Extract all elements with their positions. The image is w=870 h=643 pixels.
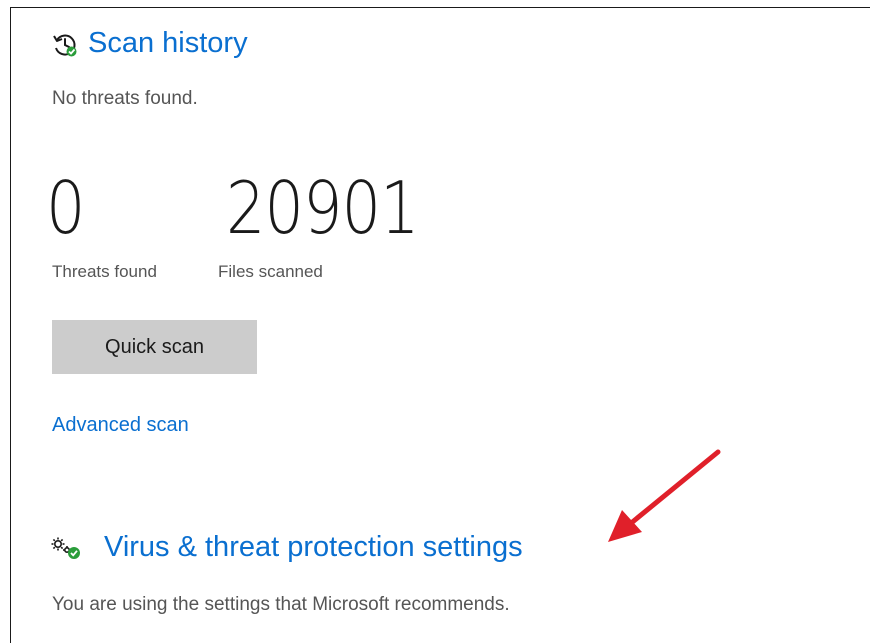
scan-history-link[interactable]: Scan history (88, 27, 248, 60)
scan-history-icon (53, 34, 77, 57)
files-scanned-label: Files scanned (218, 262, 323, 281)
scan-history-status: No threats found. (52, 88, 198, 109)
threats-found-count: 0 (46, 166, 85, 250)
threats-found-label: Threats found (52, 262, 157, 281)
virus-threat-settings-link[interactable]: Virus & threat protection settings (104, 531, 523, 564)
red-arrow-annotation (608, 449, 721, 542)
quick-scan-button[interactable]: Quick scan (52, 320, 257, 374)
advanced-scan-link[interactable]: Advanced scan (52, 414, 189, 437)
settings-status: You are using the settings that Microsof… (52, 594, 510, 615)
settings-gear-icon (51, 537, 80, 559)
files-scanned-count: 20901 (226, 166, 420, 250)
